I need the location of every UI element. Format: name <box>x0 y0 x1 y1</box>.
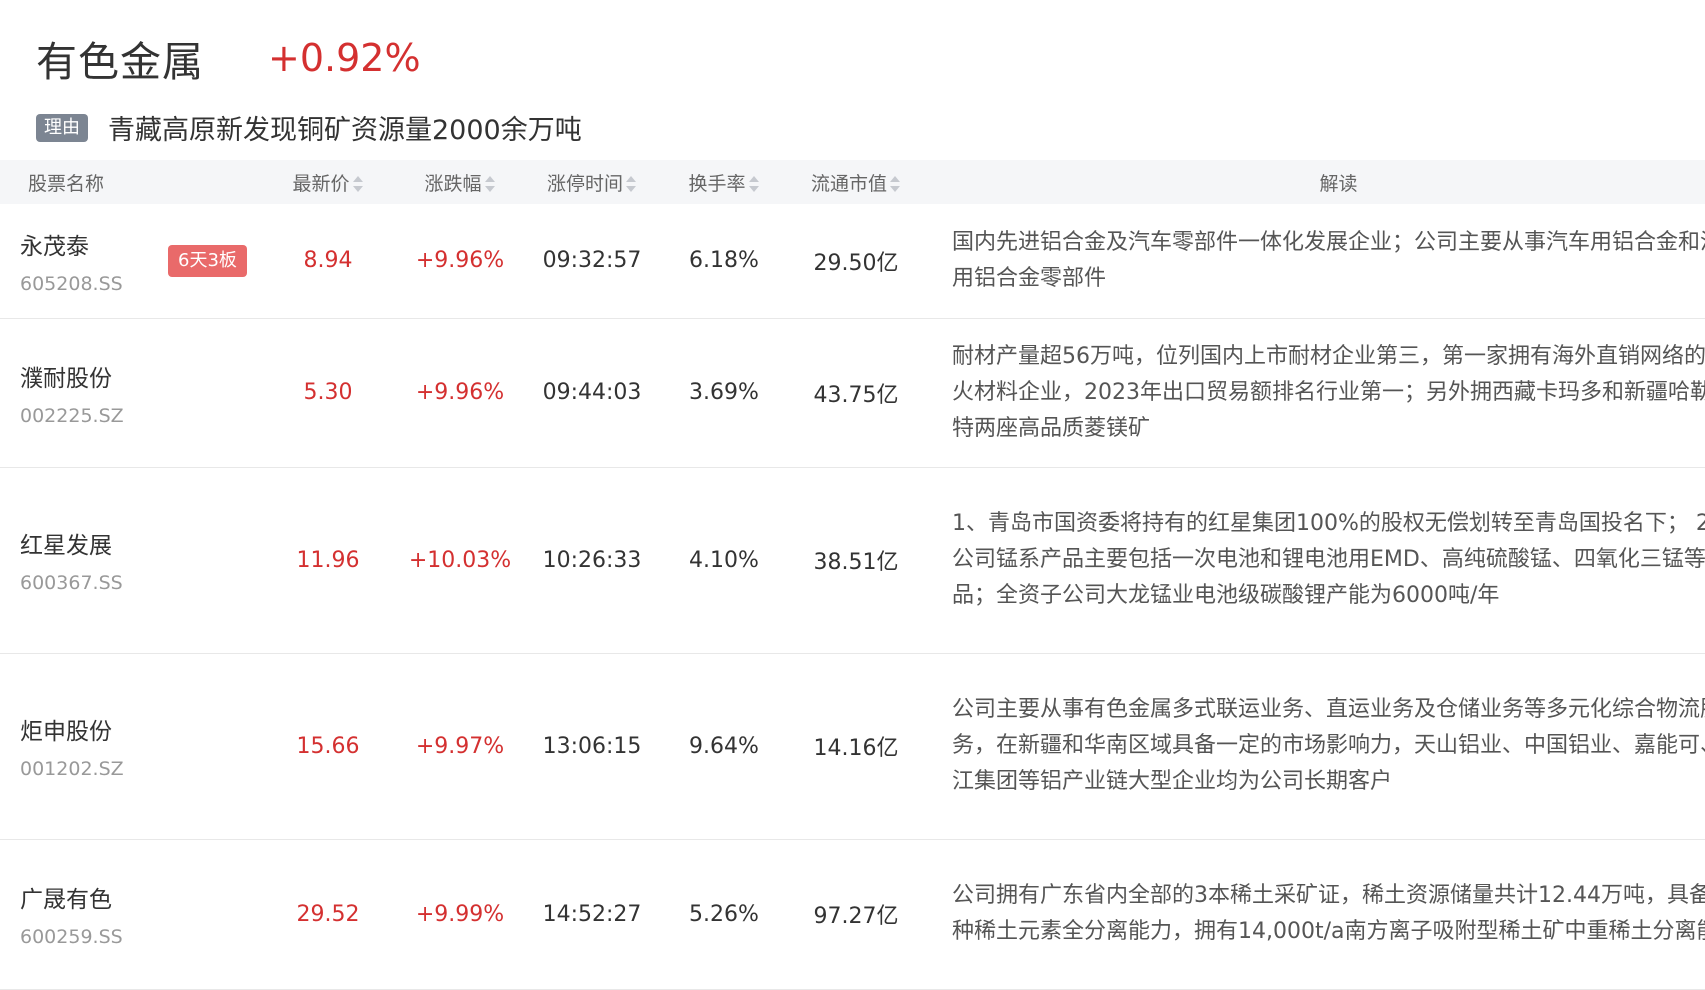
stock-name-cell[interactable]: 永茂泰 605208.SS 6天3板 <box>0 204 262 318</box>
table-header: 股票名称 最新价 涨跌幅 涨停时间 换手率 流通市值 解读 <box>0 160 1705 204</box>
interpretation-cell: 公司拥有广东省内全部的3本稀土采矿证，稀土资源储量共计12.44万吨，具备15种… <box>952 883 1705 944</box>
col-header-float-cap[interactable]: 流通市值 <box>790 160 922 204</box>
price-cell: 11.96 <box>296 547 360 573</box>
limit-time-cell: 14:52:27 <box>542 901 642 927</box>
interpretation-cell: 国内先进铝合金及汽车零部件一体化发展企业；公司主要从事汽车用铝合金和汽车用铝合金… <box>952 229 1705 291</box>
interpretation-cell: 1、青岛市国资委将持有的红星集团100%的股权无偿划转至青岛国投名下； 2、公司… <box>952 511 1705 608</box>
interpretation-cell: 耐材产量超56万吨，位列国内上市耐材企业第三，第一家拥有海外直销网络的耐火材料企… <box>952 343 1705 441</box>
float-cap-cell: 29.50亿 <box>813 250 899 276</box>
limit-streak-badge: 6天3板 <box>168 244 247 277</box>
limit-time-cell: 13:06:15 <box>542 733 642 759</box>
sort-icon[interactable] <box>352 174 364 194</box>
sort-icon[interactable] <box>625 174 637 194</box>
col-header-price[interactable]: 最新价 <box>262 160 394 204</box>
limit-time-cell: 10:26:33 <box>542 547 642 573</box>
table-row[interactable]: 濮耐股份 002225.SZ 5.30 +9.96% 09:44:03 3.69… <box>0 318 1705 467</box>
stock-code: 001202.SZ <box>20 758 124 780</box>
sort-icon[interactable] <box>889 174 901 194</box>
col-header-limit-time[interactable]: 涨停时间 <box>526 160 658 204</box>
price-cell: 29.52 <box>296 901 360 927</box>
stock-code: 002225.SZ <box>20 404 124 427</box>
stock-name[interactable]: 红星发展 <box>20 526 261 560</box>
price-cell: 15.66 <box>296 733 360 759</box>
table-row[interactable]: 广晟有色 600259.SS 29.52 +9.99% 14:52:27 5.2… <box>0 839 1705 989</box>
limit-time-cell: 09:32:57 <box>542 248 642 274</box>
turnover-cell: 9.64% <box>689 733 759 759</box>
col-header-interpretation: 解读 <box>1319 172 1358 195</box>
float-cap-cell: 97.27亿 <box>813 904 899 929</box>
stock-name-cell[interactable]: 炬申股份 001202.SZ <box>0 653 262 839</box>
turnover-cell: 3.69% <box>689 380 759 405</box>
turnover-cell: 5.26% <box>689 901 759 927</box>
stock-code: 600259.SS <box>20 926 123 948</box>
table-row[interactable]: 红星发展 600367.SS 11.96 +10.03% 10:26:33 4.… <box>0 467 1705 653</box>
sector-name: 有色金属 <box>36 38 204 86</box>
table-row[interactable]: 永茂泰 605208.SS 6天3板 8.94 +9.96% 09:32:57 … <box>0 204 1705 318</box>
stock-name[interactable]: 濮耐股份 <box>20 359 261 393</box>
stock-code: 600367.SS <box>20 572 123 594</box>
float-cap-cell: 14.16亿 <box>813 736 899 761</box>
table-row[interactable]: 炬申股份 001202.SZ 15.66 +9.97% 13:06:15 9.6… <box>0 653 1705 839</box>
col-header-change[interactable]: 涨跌幅 <box>394 160 526 204</box>
change-cell: +10.03% <box>408 547 512 573</box>
turnover-cell: 6.18% <box>689 248 759 274</box>
sort-icon[interactable] <box>484 174 496 194</box>
stock-name[interactable]: 广晟有色 <box>20 880 261 914</box>
price-cell: 8.94 <box>303 248 353 274</box>
float-cap-cell: 43.75亿 <box>813 382 899 408</box>
sector-header: 有色金属 +0.92% 理由 青藏高原新发现铜矿资源量2000余万吨 <box>36 28 582 147</box>
float-cap-cell: 38.51亿 <box>813 550 899 575</box>
sector-change: +0.92% <box>268 36 421 80</box>
stock-name-cell[interactable]: 广晟有色 600259.SS <box>0 839 262 989</box>
stock-name-cell[interactable]: 濮耐股份 002225.SZ <box>0 318 262 467</box>
turnover-cell: 4.10% <box>689 547 759 573</box>
col-header-name: 股票名称 <box>28 172 105 195</box>
limit-time-cell: 09:44:03 <box>542 380 642 405</box>
change-cell: +9.96% <box>415 248 505 274</box>
change-cell: +9.99% <box>415 901 505 927</box>
interpretation-cell: 公司主要从事有色金属多式联运业务、直运业务及仓储业务等多元化综合物流服务，在新疆… <box>952 697 1705 794</box>
stock-name-cell[interactable]: 红星发展 600367.SS <box>0 467 262 653</box>
change-cell: +9.96% <box>415 380 505 405</box>
stock-table: 股票名称 最新价 涨跌幅 涨停时间 换手率 流通市值 解读 永茂泰 605208… <box>0 160 1705 990</box>
sort-icon[interactable] <box>748 174 760 194</box>
col-header-turnover[interactable]: 换手率 <box>658 160 790 204</box>
price-cell: 5.30 <box>303 380 353 405</box>
reason-tag: 理由 <box>36 113 88 142</box>
stock-name[interactable]: 炬申股份 <box>20 712 261 746</box>
reason-text: 青藏高原新发现铜矿资源量2000余万吨 <box>108 115 582 146</box>
change-cell: +9.97% <box>415 733 505 759</box>
